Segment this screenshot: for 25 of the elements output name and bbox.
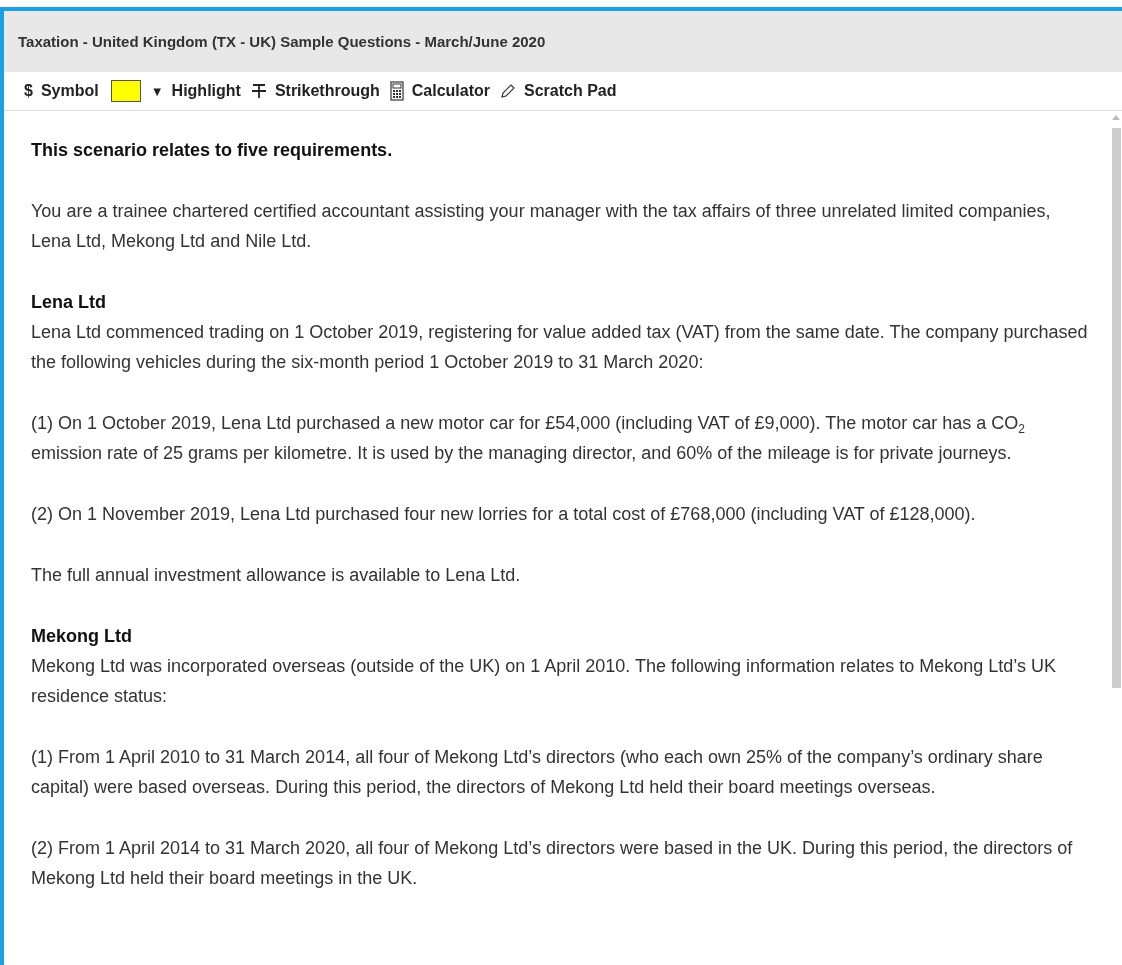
symbol-button[interactable]: $ Symbol — [24, 82, 99, 100]
section-heading: Mekong Ltd — [31, 625, 133, 648]
paragraph: Mekong Ltd was incorporated overseas (outside of the UK) on 1 April 2010. The following information relates to Mekong Ltd’s UK residence status: — [31, 655, 1057, 708]
paragraph: (2) On 1 November 2019, Lena Ltd purchased four new lorries for a total cost of £768,000 (including VAT of £128,000). — [31, 503, 977, 526]
strikethrough-icon — [250, 83, 267, 99]
dollar-icon: $ — [24, 82, 33, 100]
paragraph: You are a trainee chartered certified accountant assisting your manager with the tax affairs of three unrelated limited companies, Lena Ltd, Mekong Ltd and Nile Ltd. — [31, 200, 1052, 253]
highlight-button[interactable]: ▼ Highlight — [150, 82, 241, 100]
section-heading: Lena Ltd — [31, 291, 107, 314]
strikethrough-button[interactable]: Strikethrough — [250, 82, 380, 100]
scenario-heading: This scenario relates to five requirements. — [31, 139, 394, 162]
paragraph: (1) On 1 October 2019, Lena Ltd purchased a new motor car for £54,000 (including VAT of £9,000). The motor car has a CO$_{2}$ emission rate of 25 grams per kilometre. It is used by the managing director, and 60% of the mileage is for private journeys. — [31, 412, 1026, 465]
window-title: Taxation - United Kingdom (TX - UK) Sample Questions - March/June 2020 — [18, 33, 546, 50]
dropdown-caret-icon: ▼ — [150, 83, 164, 99]
paragraph: (1) From 1 April 2010 to 31 March 2014, all four of Mekong Ltd’s directors (who each own 25% of the company’s ordinary share capital) were based overseas. During this period, the directors of Mekong Ltd held their board meetings overseas. — [31, 746, 1044, 799]
pencil-icon — [500, 83, 517, 99]
paragraph: The full annual investment allowance is available to Lena Ltd. — [31, 564, 522, 587]
scroll-up-arrow-icon[interactable] — [1112, 115, 1120, 120]
highlight-color-swatch[interactable] — [110, 80, 141, 102]
scratch-pad-button[interactable]: Scratch Pad — [500, 82, 617, 100]
scrollbar-thumb[interactable] — [1111, 128, 1121, 688]
paragraph: (2) From 1 April 2014 to 31 March 2020, all four of Mekong Ltd’s directors were based in the UK. During this period, the directors of Mekong Ltd held their board meetings in the UK. — [31, 837, 1074, 890]
calculator-icon — [389, 81, 404, 101]
calculator-button[interactable]: Calculator — [389, 81, 491, 101]
paragraph: Lena Ltd commenced trading on 1 October 2019, registering for value added tax (VAT) from the same date. The company purchased the following vehicles during the six-month period 1 October 2019 to 31 March 2020: — [31, 321, 1089, 374]
